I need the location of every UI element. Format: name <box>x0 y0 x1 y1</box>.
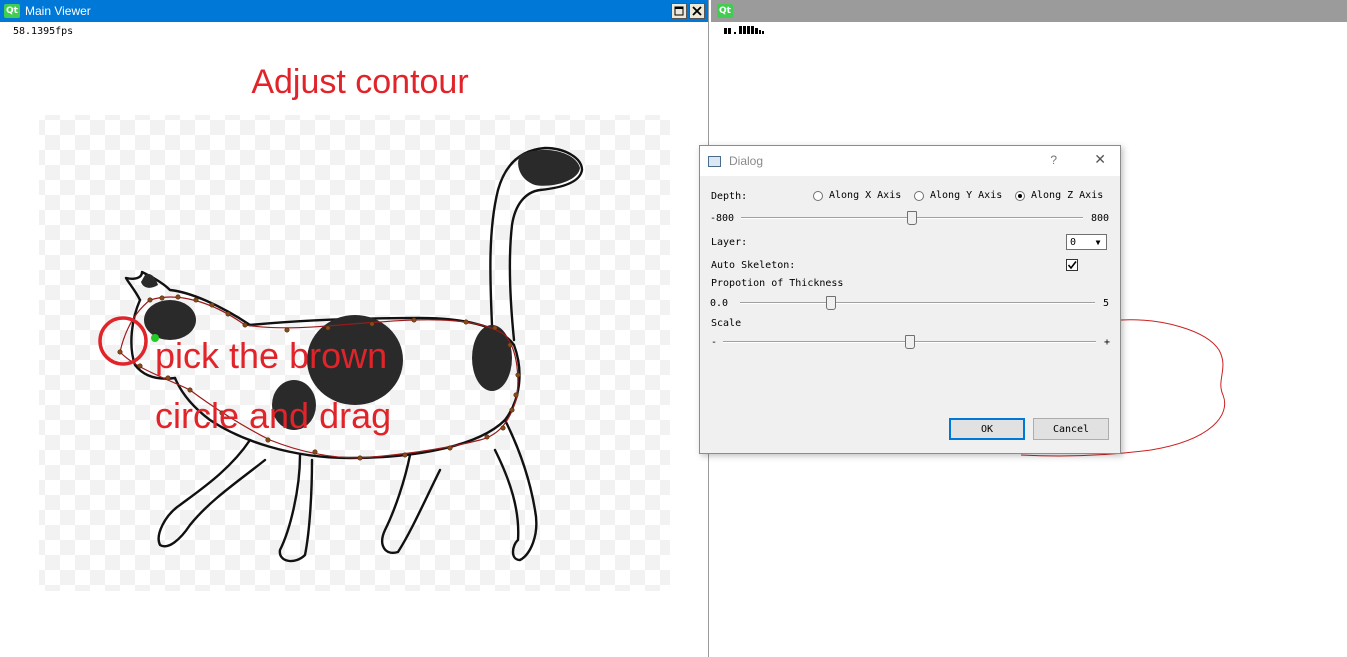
thickness-label: Propotion of Thickness <box>711 278 844 289</box>
chevron-down-icon: ▼ <box>1095 237 1101 247</box>
radio-along-z[interactable]: Along Z Axis <box>1015 190 1103 201</box>
depth-slider[interactable] <box>741 211 1083 225</box>
radio-along-x-label: Along X Axis <box>829 190 902 201</box>
annotation-line-1: pick the brown <box>155 335 387 376</box>
depth-slider-handle[interactable] <box>907 211 917 225</box>
radio-indicator <box>813 190 823 201</box>
annotation-title: Adjust contour <box>251 63 468 101</box>
scale-max-label: + <box>1104 337 1111 348</box>
layer-select-value: 0 <box>1070 236 1077 248</box>
cancel-button[interactable]: Cancel <box>1033 418 1109 440</box>
scale-min-label: - <box>711 337 718 348</box>
checkmark-icon <box>1067 261 1077 270</box>
thickness-max-label: 5 <box>1103 298 1110 309</box>
viewer-canvas[interactable]: Adjust contour pick the brown circle and… <box>0 0 709 657</box>
thickness-slider-handle[interactable] <box>826 296 836 310</box>
depth-max-label: 800 <box>1091 213 1110 224</box>
thickness-slider-track <box>740 302 1095 304</box>
dialog-app-icon <box>708 155 721 167</box>
depth-label: Depth: <box>711 191 748 202</box>
scale-label: Scale <box>711 318 742 329</box>
scale-slider[interactable] <box>723 335 1096 349</box>
depth-min-label: -800 <box>710 213 735 224</box>
radio-indicator <box>914 190 924 201</box>
radio-along-y[interactable]: Along Y Axis <box>914 190 1002 201</box>
radio-along-z-label: Along Z Axis <box>1031 190 1104 201</box>
auto-skeleton-label: Auto Skeleton: <box>711 260 796 271</box>
thickness-min-label: 0.0 <box>710 298 729 309</box>
radio-along-x[interactable]: Along X Axis <box>813 190 901 201</box>
annotation-line-2: circle and drag <box>155 395 391 436</box>
help-button[interactable]: ? <box>1050 153 1057 167</box>
auto-skeleton-checkbox[interactable] <box>1066 259 1078 271</box>
radio-indicator-selected <box>1015 190 1025 201</box>
ok-button[interactable]: OK <box>949 418 1025 440</box>
dialog-window: Dialog ? ✕ Depth: Along X Axis Along Y A… <box>699 145 1121 454</box>
thickness-slider[interactable] <box>740 296 1095 310</box>
dialog-title: Dialog <box>729 154 764 168</box>
layer-label: Layer: <box>711 237 748 248</box>
dialog-close-button[interactable]: ✕ <box>1094 152 1106 168</box>
main-viewer-window: Qt Main Viewer 58.1395fps Adjust contour <box>0 0 709 657</box>
layer-select[interactable]: 0 ▼ <box>1066 234 1107 250</box>
dialog-titlebar[interactable]: Dialog ? ✕ <box>700 146 1120 176</box>
scale-slider-handle[interactable] <box>905 335 915 349</box>
radio-along-y-label: Along Y Axis <box>930 190 1003 201</box>
